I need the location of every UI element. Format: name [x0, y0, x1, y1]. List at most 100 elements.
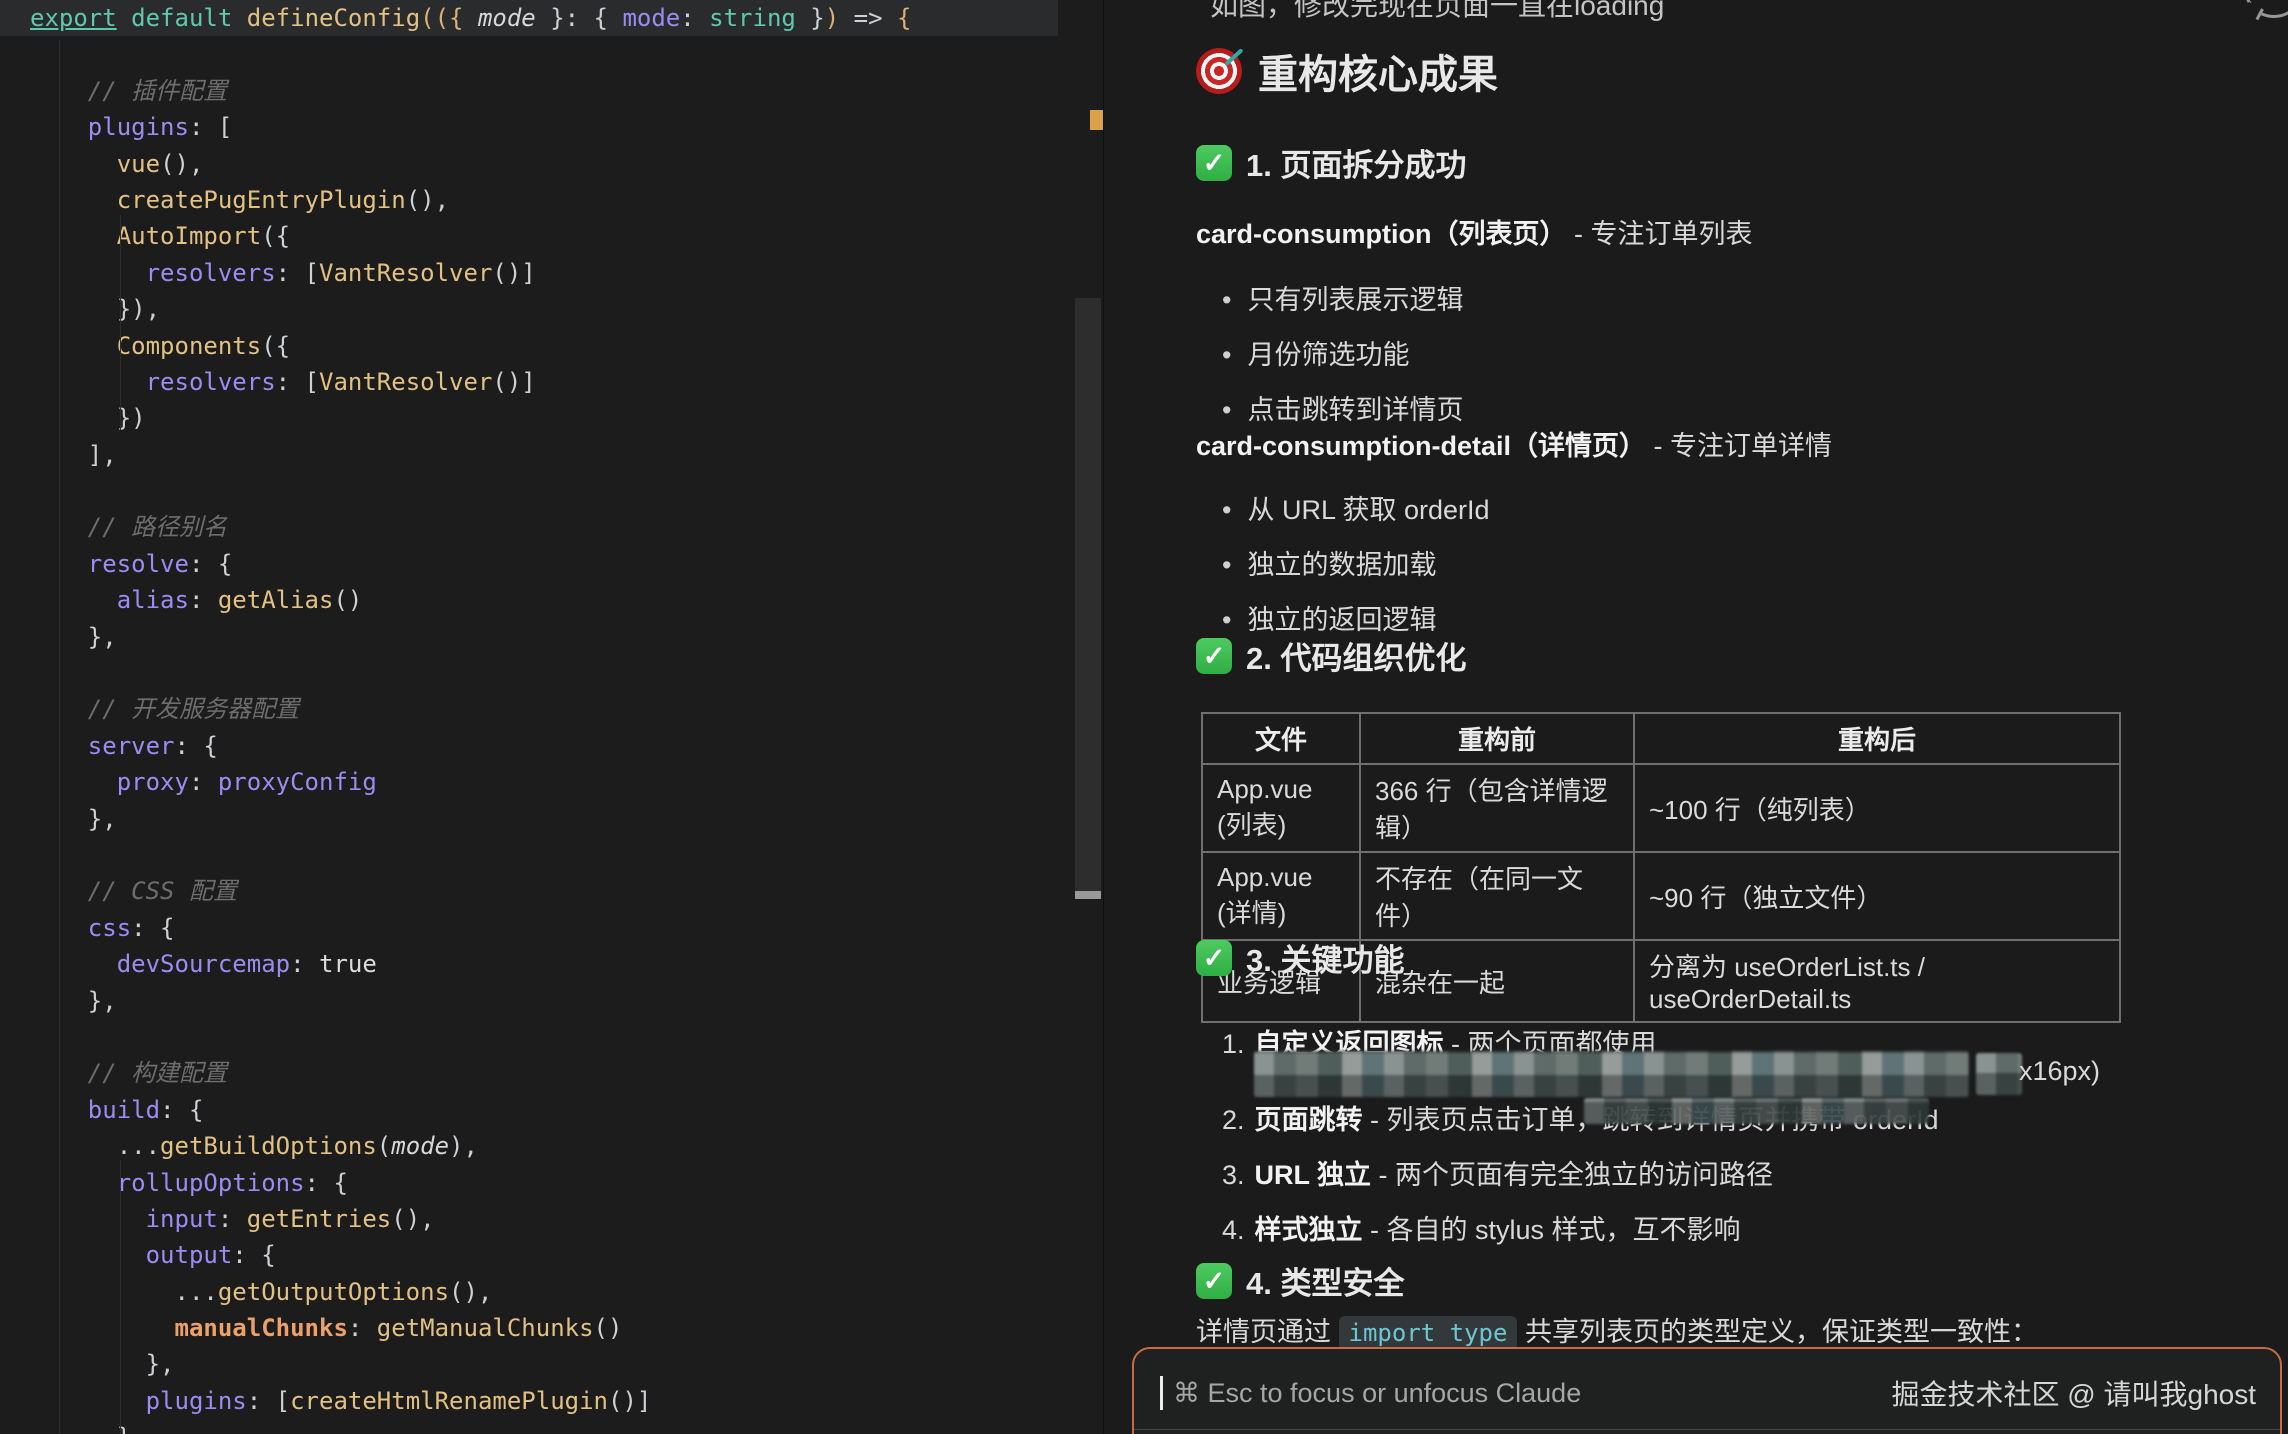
feature-name: URL 独立 — [1255, 1160, 1372, 1190]
code-line: // 插件配置 — [0, 73, 1103, 109]
code-line: rollupOptions: { — [0, 1165, 1103, 1201]
code-line: resolve: { — [0, 546, 1103, 582]
feature-number: 2. — [1222, 1105, 1245, 1135]
code-line: manualChunks: getManualChunks() — [0, 1310, 1103, 1346]
section-heading-text: 4. 类型安全 — [1246, 1258, 1404, 1303]
feature-number: 4. — [1222, 1215, 1245, 1245]
inline-code: import type — [1339, 1316, 1518, 1350]
code-line: alias: getAlias() — [0, 582, 1103, 618]
indent-guide — [120, 1160, 121, 1434]
code-line: vue(), — [0, 146, 1103, 182]
section-heading-text: 1. 页面拆分成功 — [1246, 140, 1466, 185]
speech-bubble-icon[interactable] — [2244, 0, 2288, 18]
code-line: server: { — [0, 728, 1103, 764]
indent-guide — [59, 40, 60, 1434]
table-cell: ~100 行（纯列表） — [1634, 764, 2120, 852]
table-row: App.vue (详情) 不存在（在同一文件） ~90 行（独立文件） — [1202, 852, 2120, 940]
check-icon: ✓ — [1196, 145, 1232, 181]
claude-chat-panel: 如图，修改完现在页面一直在loading 重构核心成果 ✓ 1. 页面拆分成功 … — [1104, 0, 2288, 1434]
check-icon: ✓ — [1196, 638, 1232, 674]
feature-desc: - 各自的 stylus 样式，互不影响 — [1363, 1215, 1741, 1245]
page1-desc: - 专注订单列表 — [1567, 219, 1753, 249]
type-safety-note: 详情页通过 import type 共享列表页的类型定义，保证类型一致性： — [1196, 1310, 2038, 1349]
overview-ruler-mark — [1090, 110, 1104, 130]
code-line — [0, 655, 1103, 691]
code-line: devSourcemap: true — [0, 946, 1103, 982]
feature-item: 3.URL 独立 - 两个页面有完全独立的访问路径 — [1222, 1153, 1773, 1192]
input-placeholder[interactable]: ⌘ Esc to focus or unfocus Claude — [1173, 1378, 1581, 1409]
col-header: 重构后 — [1634, 713, 2120, 764]
code-line — [0, 36, 1103, 72]
feature-desc: - 两个页面有完全独立的访问路径 — [1371, 1160, 1773, 1190]
table-cell: 366 行（包含详情逻辑） — [1360, 764, 1634, 852]
code-line: }, — [0, 983, 1103, 1019]
code-line: } — [0, 1419, 1103, 1434]
code-content[interactable]: export default defineConfig(({ mode }: {… — [0, 0, 1103, 1434]
code-line: output: { — [0, 1237, 1103, 1273]
code-line: ], — [0, 437, 1103, 473]
section-heading-2: ✓ 2. 代码组织优化 — [1196, 633, 1466, 678]
feature-number: 1. — [1222, 1029, 1245, 1059]
list-item: 月份筛选功能 — [1222, 333, 1409, 372]
check-icon: ✓ — [1196, 1263, 1232, 1299]
code-line: createPugEntryPlugin(), — [0, 182, 1103, 218]
section-heading-text: 2. 代码组织优化 — [1246, 633, 1466, 678]
feature-name: 样式独立 — [1255, 1215, 1363, 1245]
code-line: // 开发服务器配置 — [0, 691, 1103, 727]
check-icon: ✓ — [1196, 940, 1232, 976]
result-title: 重构核心成果 — [1196, 42, 1498, 100]
table-row: App.vue (列表) 366 行（包含详情逻辑） ~100 行（纯列表） — [1202, 764, 2120, 852]
note-text: 共享列表页的类型定义，保证类型一致性： — [1517, 1317, 2038, 1347]
claude-input-box[interactable]: ⌘ Esc to focus or unfocus Claude 掘金技术社区 … — [1132, 1347, 2282, 1434]
code-line: }) — [0, 400, 1103, 436]
code-line: }, — [0, 619, 1103, 655]
table-cell: 分离为 useOrderList.ts / useOrderDetail.ts — [1634, 940, 2120, 1022]
code-line: // CSS 配置 — [0, 873, 1103, 909]
code-line: }, — [0, 1346, 1103, 1382]
list-item: 独立的数据加载 — [1222, 543, 1436, 582]
note-text: 详情页通过 — [1196, 1317, 1339, 1347]
feature1-suffix: x16px) — [2019, 1056, 2100, 1087]
app-window: export default defineConfig(({ mode }: {… — [0, 0, 2288, 1434]
page1-lead: card-consumption（列表页） - 专注订单列表 — [1196, 212, 1753, 251]
input-row[interactable]: ⌘ Esc to focus or unfocus Claude 掘金技术社区 … — [1160, 1371, 2256, 1415]
code-line: plugins: [createHtmlRenamePlugin()] — [0, 1383, 1103, 1419]
code-editor-pane[interactable]: export default defineConfig(({ mode }: {… — [0, 0, 1104, 1434]
code-line: css: { — [0, 910, 1103, 946]
feature-name: 页面跳转 — [1255, 1105, 1363, 1135]
code-line: // 路径别名 — [0, 509, 1103, 545]
code-line: }, — [0, 801, 1103, 837]
target-emoji-icon — [1196, 48, 1242, 94]
col-header: 重构前 — [1360, 713, 1634, 764]
table-cell: ~90 行（独立文件） — [1634, 852, 2120, 940]
section-heading-text: 3. 关键功能 — [1246, 935, 1404, 980]
page2-lead: card-consumption-detail（详情页） - 专注订单详情 — [1196, 424, 1832, 463]
editor-scrollbar[interactable] — [1075, 298, 1101, 896]
table-cell: App.vue (详情) — [1202, 852, 1360, 940]
result-title-text: 重构核心成果 — [1258, 42, 1498, 100]
code-line: }), — [0, 291, 1103, 327]
table-header-row: 文件 重构前 重构后 — [1202, 713, 2120, 764]
indent-guide — [120, 215, 121, 430]
list-item: 从 URL 获取 orderId — [1222, 488, 1490, 527]
feature-item: 4. 样式独立 - 各自的 stylus 样式，互不影响 — [1222, 1208, 1741, 1247]
code-line: input: getEntries(), — [0, 1201, 1103, 1237]
code-line: // 构建配置 — [0, 1055, 1103, 1091]
table-cell: App.vue (列表) — [1202, 764, 1360, 852]
section-heading-1: ✓ 1. 页面拆分成功 — [1196, 140, 1466, 185]
code-line: plugins: [ — [0, 109, 1103, 145]
user-message-clipped: 如图，修改完现在页面一直在loading — [1210, 0, 1664, 24]
redacted-mosaic-small — [1976, 1053, 2022, 1095]
editor-scrollbar-handle[interactable] — [1075, 891, 1101, 899]
section-heading-4: ✓ 4. 类型安全 — [1196, 1258, 1404, 1303]
input-divider — [1134, 1429, 2280, 1430]
code-line: proxy: proxyConfig — [0, 764, 1103, 800]
code-line — [0, 1019, 1103, 1055]
table-cell: 不存在（在同一文件） — [1360, 852, 1634, 940]
redacted-mosaic — [1254, 1051, 1969, 1097]
code-line: Components({ — [0, 328, 1103, 364]
watermark-text: 掘金技术社区 @ 请叫我ghost — [1892, 1373, 2256, 1413]
text-caret — [1160, 1376, 1163, 1410]
code-line: resolvers: [VantResolver()] — [0, 255, 1103, 291]
page2-name: card-consumption-detail（详情页） — [1196, 431, 1646, 461]
